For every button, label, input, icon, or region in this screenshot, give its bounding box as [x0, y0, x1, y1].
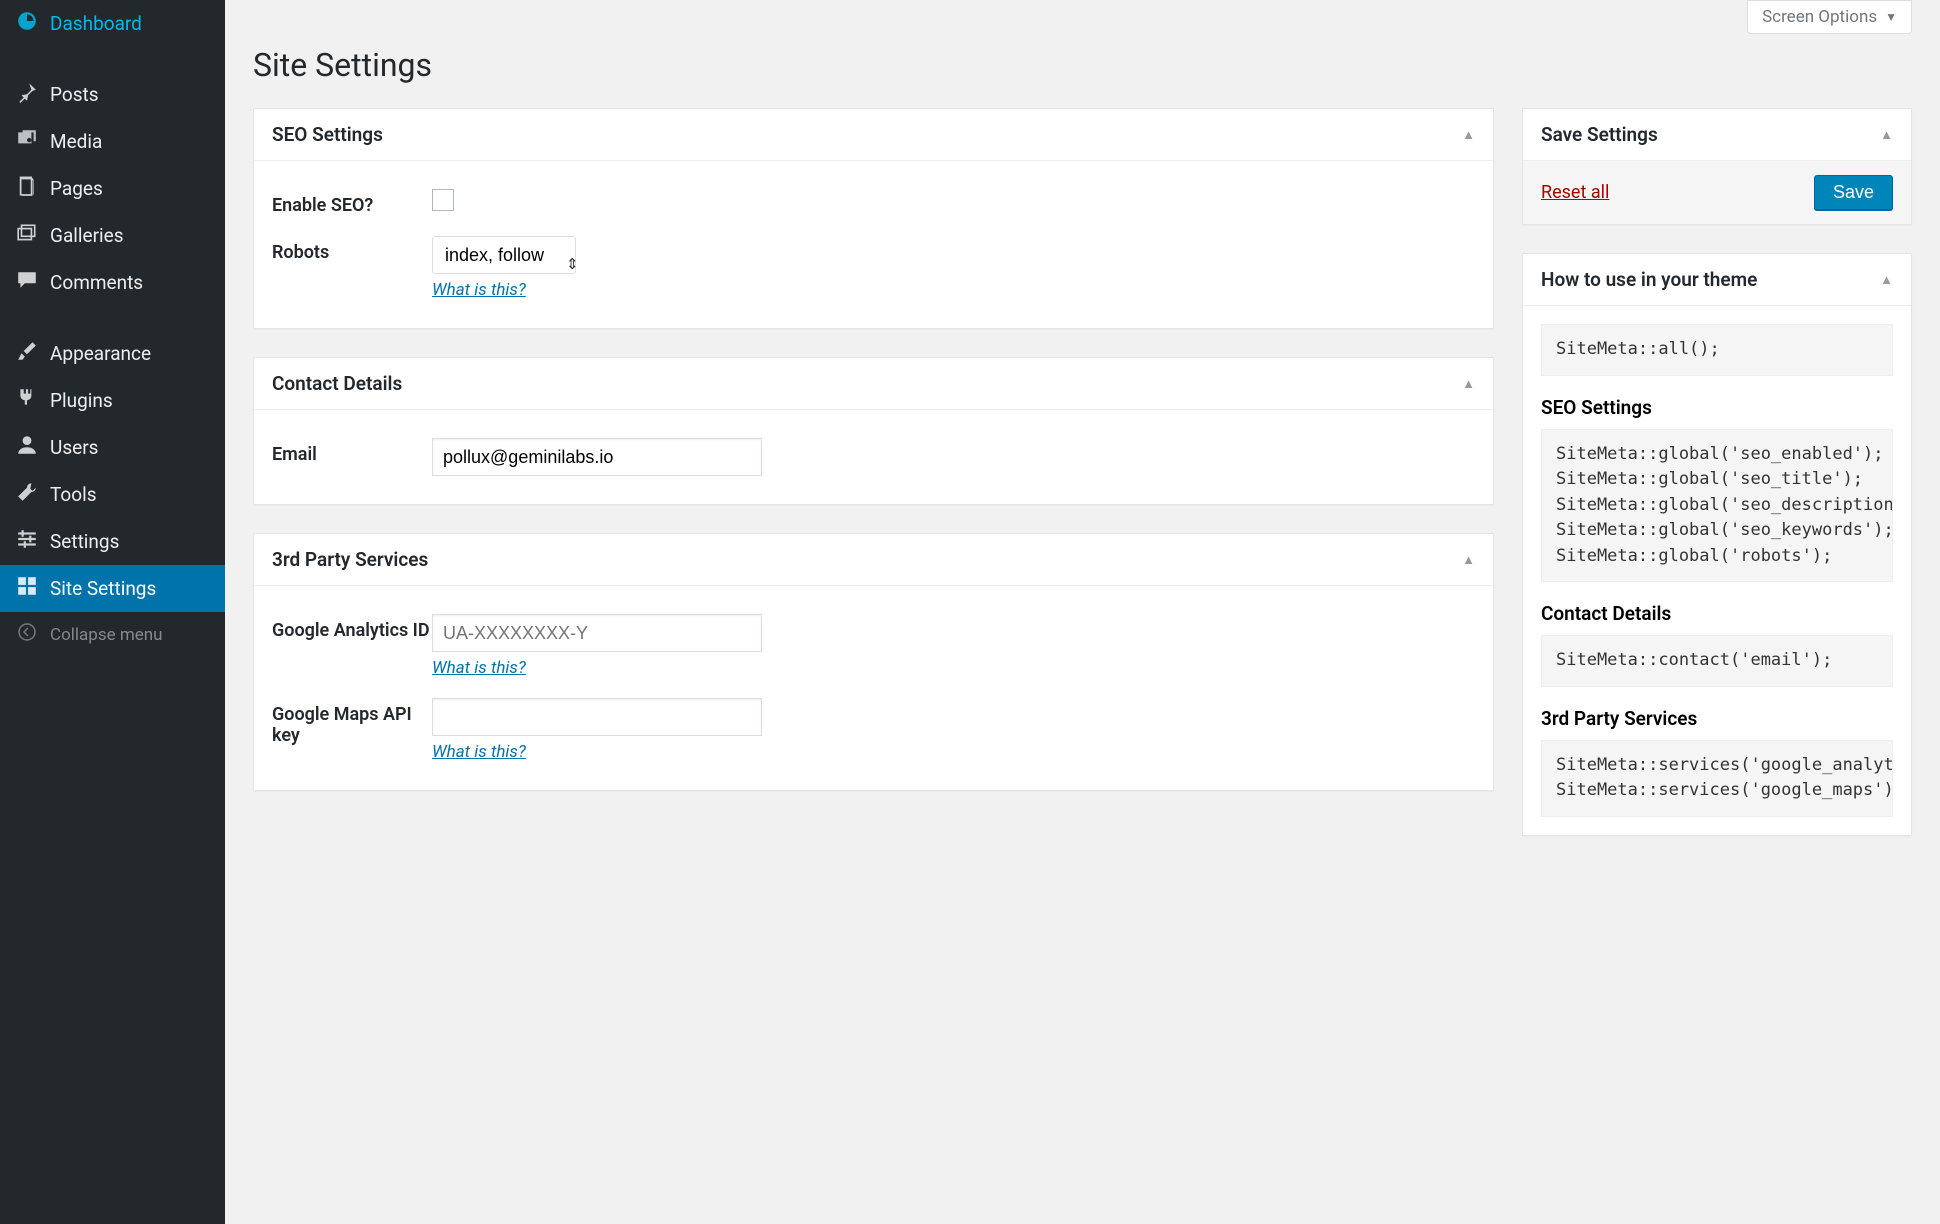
howto-seo-heading: SEO Settings	[1541, 396, 1893, 419]
maps-help-link[interactable]: What is this?	[432, 742, 526, 762]
panel-toggle-icon[interactable]: ▲	[1880, 127, 1893, 143]
sidebar-item-appearance[interactable]: Appearance	[0, 330, 225, 377]
sidebar-item-dashboard[interactable]: Dashboard	[0, 0, 225, 47]
sidebar-label: Users	[50, 436, 98, 459]
galleries-icon	[14, 222, 40, 249]
collapse-icon	[14, 622, 40, 647]
howto-panel: How to use in your theme ▲ SiteMeta::all…	[1522, 253, 1912, 836]
panel-title: SEO Settings	[272, 123, 383, 146]
comment-icon	[14, 269, 40, 296]
sidebar-item-settings[interactable]: Settings	[0, 518, 225, 565]
maps-input[interactable]	[432, 698, 762, 736]
robots-label: Robots	[272, 236, 432, 263]
howto-services-heading: 3rd Party Services	[1541, 707, 1893, 730]
sidebar-label: Comments	[50, 271, 143, 294]
sidebar-label: Settings	[50, 530, 119, 553]
user-icon	[14, 434, 40, 461]
sidebar-item-users[interactable]: Users	[0, 424, 225, 471]
contact-details-panel: Contact Details ▲ Email	[253, 357, 1494, 505]
page-title: Site Settings	[253, 46, 1912, 84]
panel-toggle-icon[interactable]: ▲	[1462, 127, 1475, 143]
sidebar-label: Media	[50, 130, 102, 153]
howto-contact-heading: Contact Details	[1541, 602, 1893, 625]
sidebar-label: Site Settings	[50, 577, 156, 600]
sidebar-item-media[interactable]: Media	[0, 118, 225, 165]
panel-toggle-icon[interactable]: ▲	[1880, 272, 1893, 288]
sidebar-label: Appearance	[50, 342, 151, 365]
reset-all-link[interactable]: Reset all	[1541, 182, 1609, 203]
robots-select[interactable]: index, follow	[432, 236, 576, 274]
sidebar-item-posts[interactable]: Posts	[0, 71, 225, 118]
sidebar-item-pages[interactable]: Pages	[0, 165, 225, 212]
services-panel: 3rd Party Services ▲ Google Analytics ID…	[253, 533, 1494, 791]
panel-toggle-icon[interactable]: ▲	[1462, 376, 1475, 392]
brush-icon	[14, 340, 40, 367]
grid-icon	[14, 575, 40, 602]
sidebar-label: Pages	[50, 177, 103, 200]
sliders-icon	[14, 528, 40, 555]
wrench-icon	[14, 481, 40, 508]
code-seo: SiteMeta::global('seo_enabled'); SiteMet…	[1541, 429, 1893, 583]
maps-label: Google Maps API key	[272, 698, 432, 746]
enable-seo-label: Enable SEO?	[272, 189, 432, 216]
code-all: SiteMeta::all();	[1541, 324, 1893, 376]
screen-options-label: Screen Options	[1762, 7, 1877, 27]
sidebar-label: Galleries	[50, 224, 124, 247]
panel-title: How to use in your theme	[1541, 268, 1757, 291]
ga-label: Google Analytics ID	[272, 614, 432, 641]
screen-options-button[interactable]: Screen Options ▼	[1747, 0, 1912, 34]
media-icon	[14, 128, 40, 155]
enable-seo-checkbox[interactable]	[432, 189, 454, 211]
seo-settings-panel: SEO Settings ▲ Enable SEO? Robots index	[253, 108, 1494, 329]
panel-title: 3rd Party Services	[272, 548, 428, 571]
save-button[interactable]: Save	[1814, 175, 1893, 210]
email-label: Email	[272, 438, 432, 465]
code-services: SiteMeta::services('google_analyti SiteM…	[1541, 740, 1893, 817]
save-settings-panel: Save Settings ▲ Reset all Save	[1522, 108, 1912, 225]
sidebar-collapse[interactable]: Collapse menu	[0, 612, 225, 657]
robots-help-link[interactable]: What is this?	[432, 280, 526, 300]
pin-icon	[14, 81, 40, 108]
ga-input[interactable]	[432, 614, 762, 652]
main-content: Screen Options ▼ Site Settings SEO Setti…	[225, 0, 1940, 1224]
sidebar-label: Tools	[50, 483, 97, 506]
sidebar-item-plugins[interactable]: Plugins	[0, 377, 225, 424]
panel-title: Contact Details	[272, 372, 402, 395]
sidebar-label: Posts	[50, 83, 99, 106]
sidebar-item-site-settings[interactable]: Site Settings	[0, 565, 225, 612]
admin-sidebar: Dashboard Posts Media Pages Galleries Co…	[0, 0, 225, 1224]
collapse-label: Collapse menu	[50, 625, 163, 645]
dashboard-icon	[14, 10, 40, 37]
email-input[interactable]	[432, 438, 762, 476]
panel-title: Save Settings	[1541, 123, 1658, 146]
code-contact: SiteMeta::contact('email');	[1541, 635, 1893, 687]
chevron-down-icon: ▼	[1885, 10, 1897, 24]
sidebar-item-tools[interactable]: Tools	[0, 471, 225, 518]
plug-icon	[14, 387, 40, 414]
sidebar-label: Dashboard	[50, 12, 142, 35]
panel-toggle-icon[interactable]: ▲	[1462, 552, 1475, 568]
page-icon	[14, 175, 40, 202]
sidebar-label: Plugins	[50, 389, 113, 412]
sidebar-item-galleries[interactable]: Galleries	[0, 212, 225, 259]
sidebar-item-comments[interactable]: Comments	[0, 259, 225, 306]
ga-help-link[interactable]: What is this?	[432, 658, 526, 678]
